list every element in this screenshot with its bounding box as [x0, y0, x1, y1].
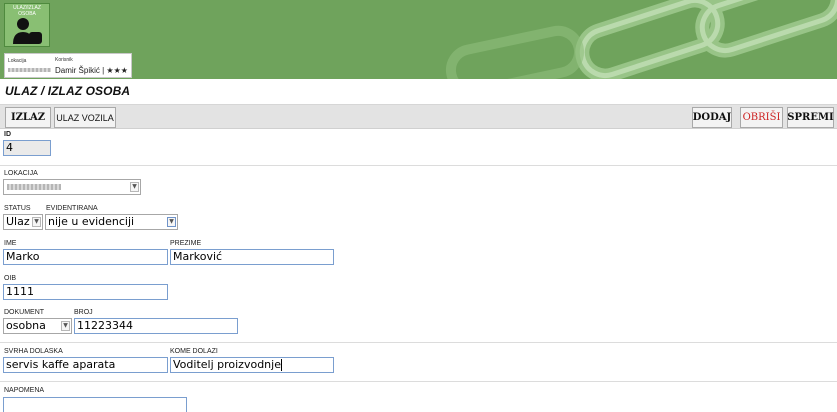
evidentirana-label: EVIDENTIRANA — [46, 205, 98, 212]
divider — [0, 165, 837, 166]
ime-label: IME — [4, 240, 17, 247]
chevron-down-icon: ▼ — [167, 217, 176, 227]
divider — [0, 381, 837, 382]
id-label: ID — [4, 131, 11, 138]
location-label: Lokacija — [8, 58, 27, 64]
evidentirana-select[interactable]: nije u evidenciji ▼ — [45, 214, 178, 230]
status-label: STATUS — [4, 205, 31, 212]
status-value: Ulaz — [6, 215, 30, 228]
user-info-box: Lokacija Korisnik Damir Špikić | ★★★ — [4, 53, 132, 78]
dokument-value: osobna — [6, 319, 46, 332]
lokacija-select[interactable]: ▼ — [3, 179, 141, 195]
prezime-label: PREZIME — [170, 240, 202, 247]
delete-button[interactable]: OBRIŠI — [740, 107, 783, 128]
izlaz-button[interactable]: IZLAZ — [5, 107, 51, 128]
page-title: ULAZ / IZLAZ OSOBA — [5, 84, 131, 98]
dokument-label: DOKUMENT — [4, 309, 45, 316]
oib-label: OIB — [4, 275, 17, 282]
user-name: Damir Špikić | ★★★ — [55, 66, 128, 75]
broj-label: BROJ — [74, 309, 93, 316]
text-cursor — [280, 359, 282, 371]
svrha-field[interactable]: servis kaffe aparata — [3, 357, 168, 373]
prezime-field[interactable]: Marković — [170, 249, 334, 265]
chevron-down-icon: ▼ — [32, 217, 41, 227]
dokument-select[interactable]: osobna ▼ — [3, 318, 72, 334]
toolbar: IZLAZ ULAZ VOZILA DODAJ OBRIŠI SPREMI — [0, 104, 837, 129]
divider — [0, 342, 837, 343]
app-logo[interactable]: ULAZ/IZLAZ OSOBA — [4, 3, 50, 47]
person-badge-icon — [13, 18, 42, 44]
id-field[interactable]: 4 — [3, 140, 51, 156]
lokacija-value-redacted — [7, 184, 61, 190]
chevron-down-icon: ▼ — [130, 182, 139, 192]
user-label: Korisnik — [55, 57, 73, 63]
chain-decoration-icon — [445, 0, 837, 79]
lokacija-label: LOKACIJA — [4, 170, 38, 177]
kome-field[interactable]: Voditelj proizvodnje — [170, 357, 334, 373]
kome-label: KOME DOLAZI — [170, 348, 218, 355]
header-banner: ULAZ/IZLAZ OSOBA Lokacija Korisnik Damir… — [0, 0, 837, 79]
oib-field[interactable]: 1111 — [3, 284, 168, 300]
save-button[interactable]: SPREMI — [787, 107, 834, 128]
napomena-label: NAPOMENA — [4, 387, 45, 394]
add-button[interactable]: DODAJ — [692, 107, 732, 128]
ulaz-vozila-button[interactable]: ULAZ VOZILA — [54, 107, 116, 128]
status-select[interactable]: Ulaz ▼ — [3, 214, 43, 230]
location-value-redacted — [8, 68, 51, 72]
ime-field[interactable]: Marko — [3, 249, 168, 265]
napomena-field[interactable] — [3, 397, 187, 412]
kome-value: Voditelj proizvodnje — [173, 358, 281, 371]
evidentirana-value: nije u evidenciji — [48, 215, 135, 228]
broj-field[interactable]: 11223344 — [74, 318, 238, 334]
chevron-down-icon: ▼ — [61, 321, 70, 331]
svrha-label: SVRHA DOLASKA — [4, 348, 63, 355]
